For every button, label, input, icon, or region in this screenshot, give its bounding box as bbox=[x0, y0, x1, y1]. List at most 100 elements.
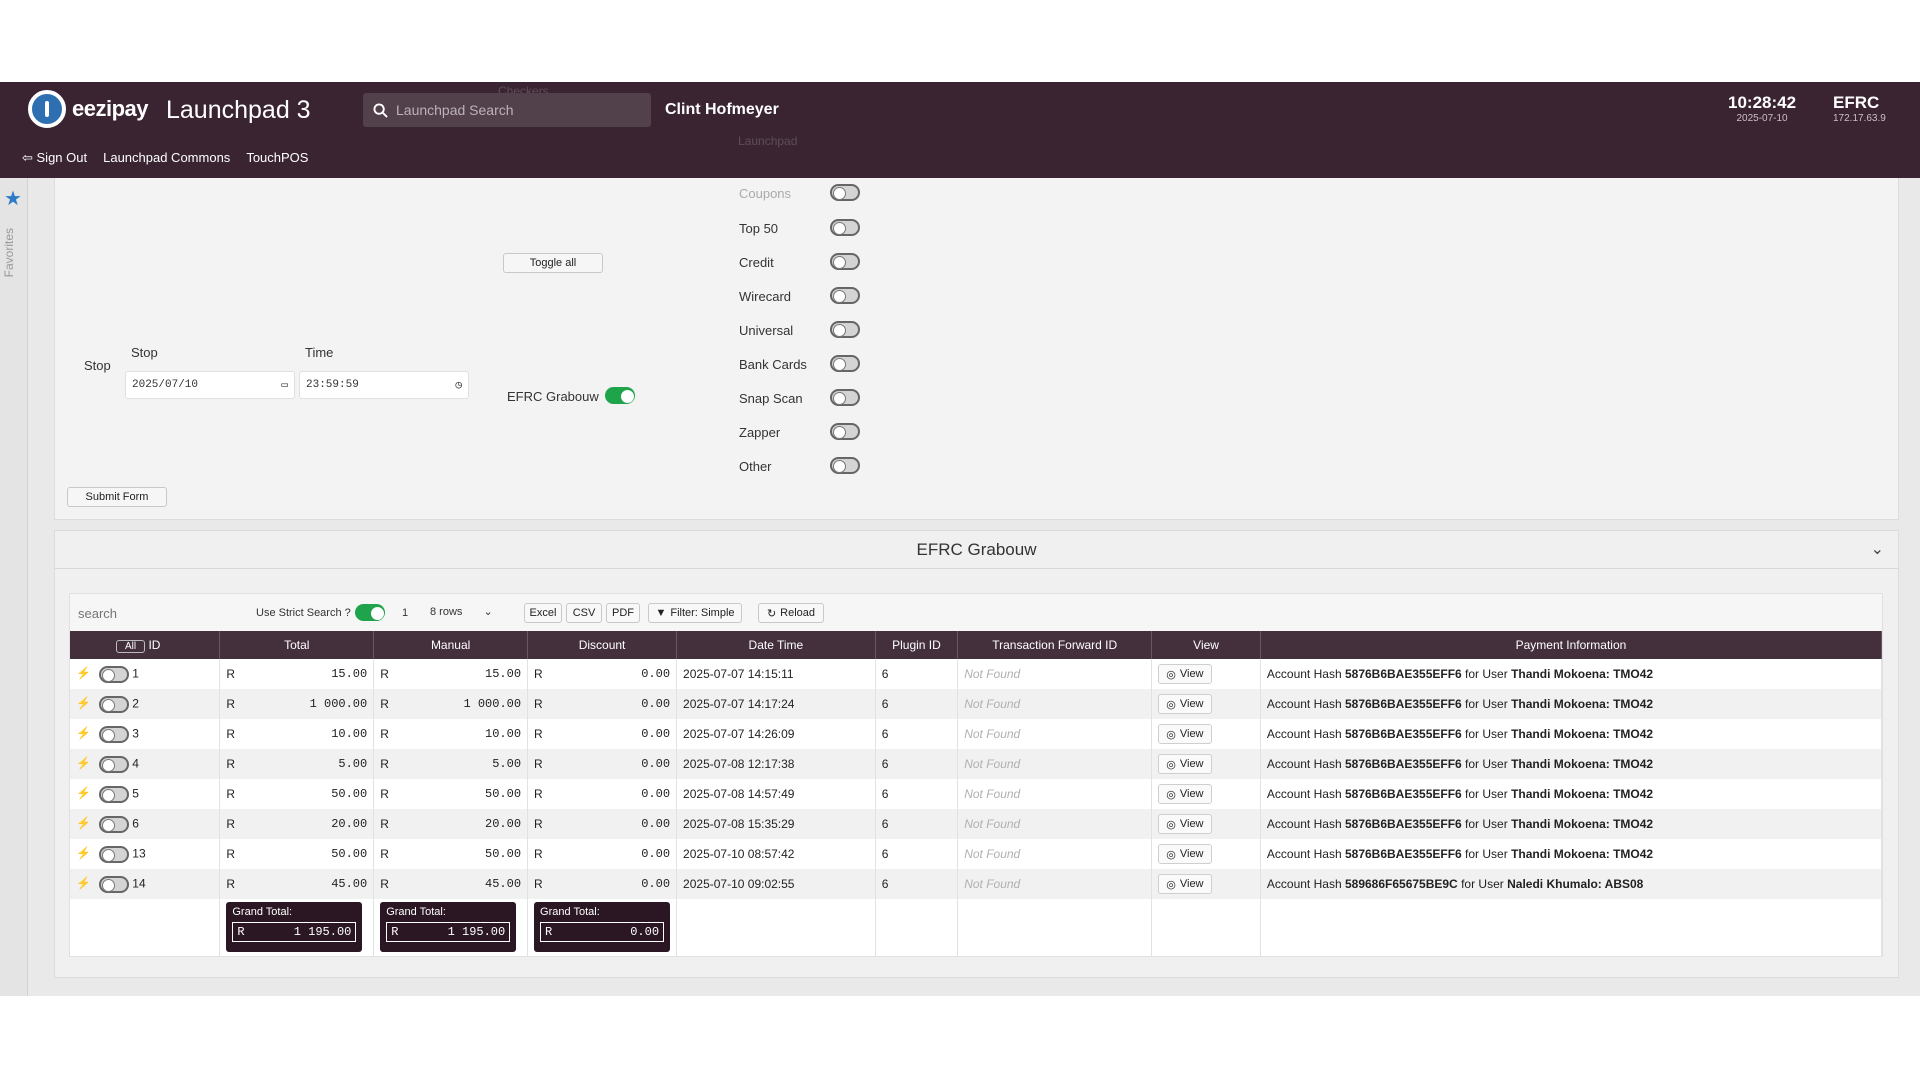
star-icon[interactable]: ★ bbox=[4, 186, 22, 211]
rows-select-value: 8 rows bbox=[430, 606, 463, 618]
bolt-icon[interactable]: ⚡ bbox=[76, 876, 91, 890]
payment-mid: for User bbox=[1465, 727, 1508, 741]
reload-button[interactable]: ↻ Reload bbox=[758, 603, 824, 623]
col-manual[interactable]: Manual bbox=[373, 631, 529, 659]
view-button[interactable]: ◎ View bbox=[1158, 664, 1212, 684]
plugin-toggle-wirecard[interactable] bbox=[830, 287, 860, 304]
top-nav: ⇦ Sign Out Launchpad Commons TouchPOS bbox=[22, 150, 308, 166]
row-toggle[interactable] bbox=[98, 845, 129, 863]
page-number[interactable]: 1 bbox=[402, 607, 408, 619]
logo[interactable]: eezipay bbox=[28, 90, 149, 128]
launchpad-search[interactable] bbox=[363, 93, 651, 127]
table-row[interactable]: ⚡ 3 R 10.00 R 10.00 R 0.00 2025-07-07 14:26:09 6… bbox=[70, 719, 1883, 749]
row-toggle[interactable] bbox=[98, 815, 129, 833]
col-discount[interactable]: Discount bbox=[527, 631, 678, 659]
table-search-input[interactable] bbox=[74, 600, 244, 626]
rows-select[interactable]: 8 rows ⌄ bbox=[430, 605, 493, 618]
view-button[interactable]: ◎ View bbox=[1158, 724, 1212, 744]
view-button[interactable]: ◎ View bbox=[1158, 694, 1212, 714]
view-cell: ◎ View bbox=[1151, 749, 1261, 779]
filter-label: Filter: Simple bbox=[670, 607, 735, 619]
plugin-toggle-zapper[interactable] bbox=[830, 423, 860, 440]
row-select-cell: ⚡ 3 bbox=[70, 719, 221, 749]
plugin-toggle-bank-cards[interactable] bbox=[830, 355, 860, 372]
results-header[interactable]: EFRC Grabouw ⌄ bbox=[55, 531, 1898, 569]
plugin-toggle-snap-scan[interactable] bbox=[830, 389, 860, 406]
sign-out-link[interactable]: ⇦ Sign Out bbox=[22, 150, 87, 166]
bolt-icon[interactable]: ⚡ bbox=[76, 756, 91, 770]
bolt-icon[interactable]: ⚡ bbox=[76, 816, 91, 830]
table-row[interactable]: ⚡ 4 R 5.00 R 5.00 R 0.00 2025-07-08 12:17:38 6 No… bbox=[70, 749, 1883, 779]
clock-icon[interactable]: ◷ bbox=[455, 378, 462, 392]
row-toggle[interactable] bbox=[98, 875, 129, 893]
plugin-label-snap-scan: Snap Scan bbox=[739, 391, 803, 406]
view-label: View bbox=[1179, 878, 1204, 890]
nav-touchpos[interactable]: TouchPOS bbox=[246, 150, 308, 166]
table-row[interactable]: ⚡ 2 R 1 000.00 R 1 000.00 R 0.00 2025-07-07 14:… bbox=[70, 689, 1883, 719]
manual-value: 15.00 bbox=[485, 667, 522, 681]
calendar-icon[interactable]: ▭ bbox=[281, 378, 288, 392]
bolt-icon[interactable]: ⚡ bbox=[76, 846, 91, 860]
view-button[interactable]: ◎ View bbox=[1158, 814, 1212, 834]
discount-cell: R 0.00 bbox=[527, 659, 678, 689]
bolt-icon[interactable]: ⚡ bbox=[76, 666, 91, 680]
select-all-button[interactable]: All bbox=[116, 639, 146, 653]
datetime-value: 2025-07-07 14:15:11 bbox=[683, 667, 794, 681]
col-total[interactable]: Total bbox=[219, 631, 375, 659]
plugin-toggle-credit[interactable] bbox=[830, 253, 860, 270]
pdf-button[interactable]: PDF bbox=[606, 603, 640, 623]
filter-button[interactable]: ▼ Filter: Simple bbox=[648, 603, 742, 623]
plugin-toggle-universal[interactable] bbox=[830, 321, 860, 338]
clock-date: 2025-07-10 bbox=[1736, 113, 1788, 124]
forward-id-cell: Not Found bbox=[957, 749, 1153, 779]
search-icon bbox=[373, 102, 388, 118]
stop-date-input[interactable]: 2025/07/10 ▭ bbox=[125, 371, 295, 399]
table-row[interactable]: ⚡ 6 R 20.00 R 20.00 R 0.00 2025-07-08 15:35:29 6… bbox=[70, 809, 1883, 839]
bolt-icon[interactable]: ⚡ bbox=[76, 726, 91, 740]
bolt-icon[interactable]: ⚡ bbox=[76, 696, 91, 710]
strict-search-toggle[interactable] bbox=[355, 604, 385, 621]
col-forward-id[interactable]: Transaction Forward ID bbox=[957, 631, 1153, 659]
bolt-icon[interactable]: ⚡ bbox=[76, 786, 91, 800]
chevron-down-icon[interactable]: ⌄ bbox=[1871, 539, 1884, 559]
table-row[interactable]: ⚡ 13 R 50.00 R 50.00 R 0.00 2025-07-10 08:57:42… bbox=[70, 839, 1883, 869]
forward-id-value: Not Found bbox=[964, 877, 1021, 891]
submit-form-button[interactable]: Submit Form bbox=[67, 487, 167, 507]
view-button[interactable]: ◎ View bbox=[1158, 754, 1212, 774]
row-select-cell: ⚡ 1 bbox=[70, 659, 221, 689]
col-plugin-id[interactable]: Plugin ID bbox=[875, 631, 959, 659]
view-button[interactable]: ◎ View bbox=[1158, 874, 1212, 894]
table-row[interactable]: ⚡ 14 R 45.00 R 45.00 R 0.00 2025-07-10 09:02:55… bbox=[70, 869, 1883, 899]
table-row[interactable]: ⚡ 5 R 50.00 R 50.00 R 0.00 2025-07-08 14:57:49 6… bbox=[70, 779, 1883, 809]
toggle-all-button[interactable]: Toggle all bbox=[503, 253, 603, 273]
row-toggle[interactable] bbox=[98, 725, 129, 743]
excel-button[interactable]: Excel bbox=[524, 603, 562, 623]
row-toggle[interactable] bbox=[98, 785, 129, 803]
row-toggle[interactable] bbox=[98, 695, 129, 713]
brand-name: eezipay bbox=[72, 96, 149, 121]
payment-mid: for User bbox=[1461, 877, 1504, 891]
col-id[interactable]: ID bbox=[148, 638, 160, 652]
table-row[interactable]: ⚡ 1 R 15.00 R 15.00 R 0.00 2025-07-07 14:15:11 6… bbox=[70, 659, 1883, 689]
coupons-toggle[interactable] bbox=[830, 184, 860, 201]
stop-time-input[interactable]: 23:59:59 ◷ bbox=[299, 371, 469, 399]
launchpad-search-input[interactable] bbox=[396, 102, 636, 118]
favorites-label[interactable]: Favorites bbox=[2, 228, 16, 277]
row-id: 1 bbox=[132, 666, 139, 681]
plugin-toggle-other[interactable] bbox=[830, 457, 860, 474]
col-datetime[interactable]: Date Time bbox=[676, 631, 876, 659]
row-toggle[interactable] bbox=[98, 665, 129, 683]
view-button[interactable]: ◎ View bbox=[1158, 784, 1212, 804]
currency-symbol: R bbox=[237, 925, 245, 939]
csv-button[interactable]: CSV bbox=[566, 603, 602, 623]
plugin-toggle-top50[interactable] bbox=[830, 219, 860, 236]
site-toggle[interactable] bbox=[605, 387, 635, 404]
view-button[interactable]: ◎ View bbox=[1158, 844, 1212, 864]
row-toggle[interactable] bbox=[98, 755, 129, 773]
col-payment-info[interactable]: Payment Information bbox=[1260, 631, 1883, 659]
plugin-label-bank-cards: Bank Cards bbox=[739, 357, 807, 372]
col-view[interactable]: View bbox=[1151, 631, 1261, 659]
nav-launchpad-commons[interactable]: Launchpad Commons bbox=[103, 150, 230, 166]
plugin-value: 6 bbox=[881, 697, 889, 711]
datetime-cell: 2025-07-07 14:15:11 bbox=[676, 659, 876, 689]
